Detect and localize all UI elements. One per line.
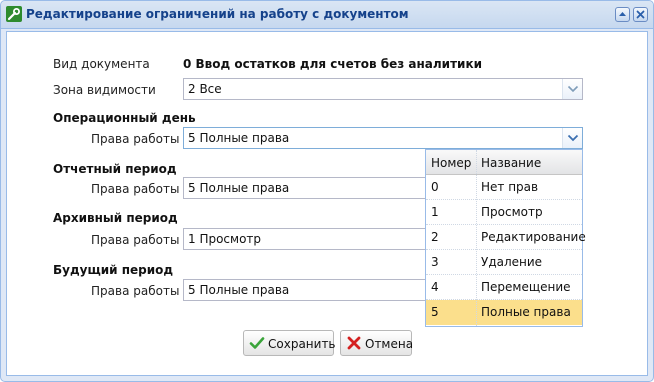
collapse-button[interactable] xyxy=(615,7,630,22)
save-button[interactable]: Сохранить xyxy=(243,330,336,356)
option-number: 4 xyxy=(431,280,439,294)
document-type-label: Вид документа xyxy=(53,57,150,71)
save-button-label: Сохранить xyxy=(268,337,336,351)
visibility-zone-combo[interactable]: 2 Все xyxy=(183,78,583,100)
dropdown-header-name: Название xyxy=(481,156,542,170)
dropdown-option[interactable]: 4 Перемещение xyxy=(426,275,582,300)
rights-value-reporting: 5 Полные права xyxy=(188,181,290,195)
rights-label-archive: Права работы xyxy=(91,233,180,247)
document-type-value: 0 Ввод остатков для счетов без аналитики xyxy=(183,57,482,71)
option-name: Полные права xyxy=(481,305,571,319)
close-icon xyxy=(636,10,645,19)
section-reporting-period: Отчетный период xyxy=(53,162,177,176)
dropdown-header: Номер Название xyxy=(426,150,582,175)
visibility-zone-value: 2 Все xyxy=(188,82,222,96)
chevron-down-icon xyxy=(567,85,579,93)
rights-label-future: Права работы xyxy=(91,284,180,298)
dialog-title: Редактирование ограничений на работу с д… xyxy=(26,7,409,21)
dropdown-option-selected[interactable]: 5 Полные права xyxy=(426,300,582,325)
option-number: 0 xyxy=(431,180,439,194)
option-number: 2 xyxy=(431,230,439,244)
section-future-period: Будущий период xyxy=(53,263,174,277)
rights-trigger-operational[interactable] xyxy=(562,128,582,148)
dropdown-option[interactable]: 3 Удаление xyxy=(426,250,582,275)
rights-value-future: 5 Полные права xyxy=(188,283,290,297)
close-button[interactable] xyxy=(633,7,648,22)
dropdown-option[interactable]: 1 Просмотр xyxy=(426,200,582,225)
option-number: 5 xyxy=(431,305,439,319)
cancel-x-icon xyxy=(347,336,361,350)
chevron-down-icon xyxy=(567,134,579,142)
option-name: Нет прав xyxy=(481,180,539,194)
option-number: 3 xyxy=(431,255,439,269)
triangle-up-icon xyxy=(619,12,626,16)
option-name: Редактирование xyxy=(481,230,586,244)
rights-dropdown-list: Номер Название 0 Нет прав 1 Просмотр 2 Р… xyxy=(425,149,586,327)
dialog-window: Редактирование ограничений на работу с д… xyxy=(0,0,654,382)
option-number: 1 xyxy=(431,205,439,219)
checkmark-icon xyxy=(249,337,265,349)
cancel-button[interactable]: Отмена xyxy=(340,330,414,356)
rights-combo-operational[interactable]: 5 Полные права xyxy=(183,127,583,149)
rights-label-reporting: Права работы xyxy=(91,182,180,196)
rights-value-operational: 5 Полные права xyxy=(188,131,290,145)
dialog-titlebar[interactable]: Редактирование ограничений на работу с д… xyxy=(1,1,653,29)
rights-label-operational: Права работы xyxy=(91,132,180,146)
section-archive-period: Архивный период xyxy=(53,211,178,225)
rights-value-archive: 1 Просмотр xyxy=(188,232,262,246)
section-operational-day: Операционный день xyxy=(53,111,196,125)
option-name: Перемещение xyxy=(481,280,571,294)
visibility-zone-label: Зона видимости xyxy=(53,83,156,97)
option-name: Просмотр xyxy=(481,205,543,219)
dropdown-option[interactable]: 2 Редактирование xyxy=(426,225,586,250)
option-name: Удаление xyxy=(481,255,543,269)
visibility-zone-trigger[interactable] xyxy=(562,79,582,99)
edit-wrench-icon xyxy=(6,6,22,22)
column-divider xyxy=(476,150,477,326)
cancel-button-label: Отмена xyxy=(365,337,414,351)
dropdown-option[interactable]: 0 Нет прав xyxy=(426,175,582,200)
dropdown-header-number: Номер xyxy=(431,156,472,170)
